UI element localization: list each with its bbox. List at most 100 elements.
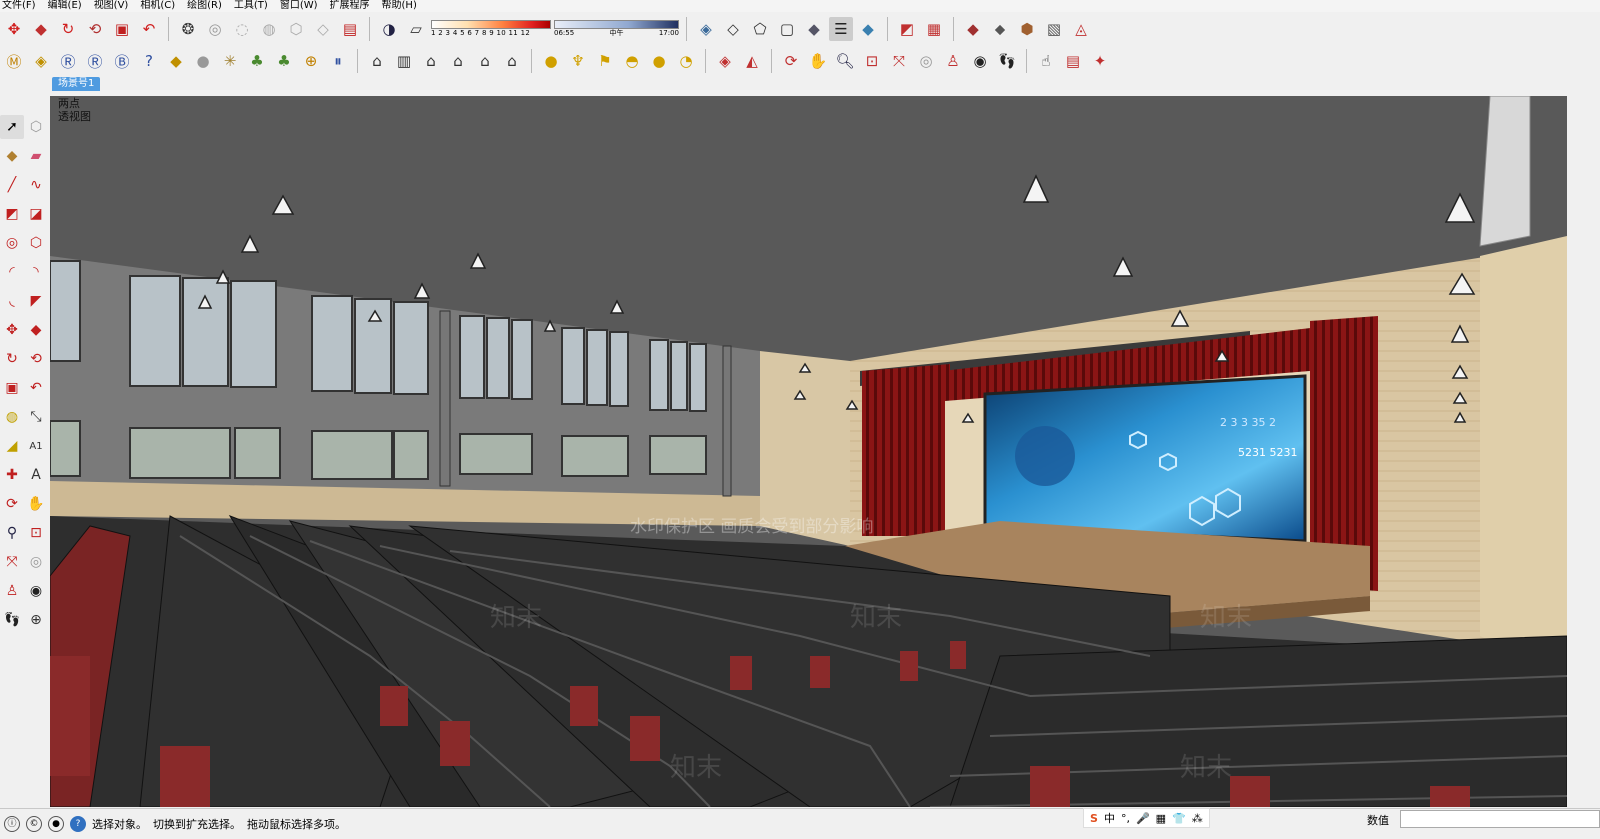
ime-mic-icon[interactable]: 🎤: [1136, 812, 1150, 825]
walk-icon[interactable]: 👣︎: [0, 608, 24, 632]
previous-icon[interactable]: ◎: [24, 550, 48, 574]
time-bar[interactable]: [554, 20, 679, 29]
menu-camera[interactable]: 相机(C): [140, 0, 175, 12]
top-view-icon[interactable]: ▥: [392, 49, 416, 73]
help-icon[interactable]: ?: [70, 816, 86, 832]
tree-plugin-icon[interactable]: ♣: [245, 49, 269, 73]
zoom-extents-icon[interactable]: ⤧: [887, 49, 911, 73]
zoom-icon[interactable]: 🔍︎: [833, 49, 857, 73]
rotate-icon[interactable]: ↻: [0, 347, 24, 371]
offset-icon[interactable]: ↶: [24, 376, 48, 400]
lamp-icon[interactable]: ♆: [566, 49, 590, 73]
ime-keyboard-icon[interactable]: ▦: [1156, 812, 1166, 825]
offset-icon[interactable]: ↶: [137, 17, 161, 41]
xray-icon[interactable]: ◈: [694, 17, 718, 41]
target-icon[interactable]: ⊕: [299, 49, 323, 73]
scatter-icon[interactable]: ✳: [218, 49, 242, 73]
back-edges-icon[interactable]: ◇: [721, 17, 745, 41]
styles-icon[interactable]: ⬢: [1015, 17, 1039, 41]
menu-tools[interactable]: 工具(T): [234, 0, 268, 12]
zoom-icon[interactable]: ⚲: [0, 521, 24, 545]
select-icon[interactable]: ➚: [0, 115, 24, 139]
scene-tab[interactable]: 场景号1: [52, 77, 101, 91]
rectangle-icon[interactable]: ◩: [0, 202, 24, 226]
component-icon[interactable]: ❂: [176, 17, 200, 41]
ime-logo-icon[interactable]: S: [1090, 812, 1098, 825]
right-view-icon[interactable]: ⌂: [446, 49, 470, 73]
br-plugin-icon[interactable]: Ⓑ: [110, 49, 134, 73]
user-icon[interactable]: ●: [48, 816, 64, 832]
protractor-icon[interactable]: ◢: [0, 434, 24, 458]
push-pull-icon[interactable]: ◆: [29, 17, 53, 41]
make-component-icon[interactable]: ⬡: [24, 115, 48, 139]
sphere-icon[interactable]: ●: [191, 49, 215, 73]
dimension-icon[interactable]: ⤡: [24, 405, 48, 429]
two-point-arc-icon[interactable]: ◝: [24, 260, 48, 284]
circle-icon[interactable]: ◎: [0, 231, 24, 255]
shadow-scale-slider[interactable]: 1 2 3 4 5 6 7 8 9 10 11 12: [431, 17, 551, 41]
extension-icon[interactable]: ✦: [1088, 49, 1112, 73]
spotlight-icon[interactable]: ⚑: [593, 49, 617, 73]
menu-edit[interactable]: 编辑(E): [48, 0, 82, 12]
credits-icon[interactable]: ©: [26, 816, 42, 832]
pan-icon[interactable]: ✋: [24, 492, 48, 516]
outliner-icon[interactable]: ◬: [1069, 17, 1093, 41]
menu-extensions[interactable]: 扩展程序: [330, 0, 370, 12]
shadow-scale-bar[interactable]: [431, 20, 551, 29]
layer-stack-icon[interactable]: ◈: [713, 49, 737, 73]
hidden-line-icon[interactable]: ▢: [775, 17, 799, 41]
tag-icon[interactable]: ◈: [29, 49, 53, 73]
materials-icon[interactable]: ⬥: [988, 17, 1012, 41]
zoom-window-icon[interactable]: ⊡: [24, 521, 48, 545]
menu-window[interactable]: 窗口(W): [280, 0, 318, 12]
label-tag-icon[interactable]: ◆: [164, 49, 188, 73]
help-icon[interactable]: ?: [137, 49, 161, 73]
layers-icon[interactable]: ▧: [1042, 17, 1066, 41]
rt-plugin-icon[interactable]: Ⓡ: [83, 49, 107, 73]
menu-help[interactable]: 帮助(H): [382, 0, 417, 12]
eraser-icon[interactable]: ▰: [24, 144, 48, 168]
shaded-icon[interactable]: ◆: [802, 17, 826, 41]
paint-bucket-icon[interactable]: ◆: [0, 144, 24, 168]
omni-light-icon[interactable]: ●: [647, 49, 671, 73]
menu-draw[interactable]: 绘图(R): [187, 0, 222, 12]
walk-icon[interactable]: 👣︎: [995, 49, 1019, 73]
previous-view-icon[interactable]: ◎: [914, 49, 938, 73]
forest-plugin-icon[interactable]: ♣: [272, 49, 296, 73]
sandbox-icon[interactable]: ◎: [203, 17, 227, 41]
pause-icon[interactable]: ⏸: [326, 49, 350, 73]
monochrome-icon[interactable]: ◆: [856, 17, 880, 41]
scale-icon[interactable]: ▣: [110, 17, 134, 41]
value-input[interactable]: [1400, 810, 1600, 828]
move-icon[interactable]: ✥: [2, 17, 26, 41]
m-plugin-icon[interactable]: Ⓜ: [2, 49, 26, 73]
fog-icon[interactable]: ▱: [404, 17, 428, 41]
flip-edge-icon[interactable]: ▤: [338, 17, 362, 41]
paint-bucket-icon[interactable]: ◆: [961, 17, 985, 41]
polygon-icon[interactable]: ⬡: [24, 231, 48, 255]
solid-tools-icon[interactable]: ◭: [740, 49, 764, 73]
back-view-icon[interactable]: ⌂: [473, 49, 497, 73]
pan-icon[interactable]: ✋: [806, 49, 830, 73]
ime-grid-icon[interactable]: ⁂: [1192, 812, 1203, 825]
menu-file[interactable]: 文件(F): [2, 0, 36, 12]
left-view-icon[interactable]: ⌂: [500, 49, 524, 73]
freehand-icon[interactable]: ∿: [24, 173, 48, 197]
text-icon[interactable]: A1: [24, 434, 48, 458]
dome-light-icon[interactable]: ◓: [620, 49, 644, 73]
position-camera-icon[interactable]: ♙: [0, 579, 24, 603]
section-plane-icon[interactable]: ◩: [895, 17, 919, 41]
line-icon[interactable]: ╱: [0, 173, 24, 197]
terrain-icon[interactable]: ◌: [230, 17, 254, 41]
push-pull-icon[interactable]: ◆: [24, 318, 48, 342]
3d-viewport[interactable]: 2 3 3 35 2 5231 5231 水印保护区 画质会受到部分影响 知末 …: [50, 96, 1567, 807]
r-plugin-icon[interactable]: Ⓡ: [56, 49, 80, 73]
drape-icon[interactable]: ⬡: [284, 17, 308, 41]
zoom-window-icon[interactable]: ⊡: [860, 49, 884, 73]
iso-view-icon[interactable]: ⌂: [365, 49, 389, 73]
scale-icon[interactable]: ▣: [0, 376, 24, 400]
orbit-icon[interactable]: ⟳: [779, 49, 803, 73]
sun-icon[interactable]: ●: [539, 49, 563, 73]
ies-light-icon[interactable]: ◔: [674, 49, 698, 73]
follow-me-icon[interactable]: ⟲: [24, 347, 48, 371]
